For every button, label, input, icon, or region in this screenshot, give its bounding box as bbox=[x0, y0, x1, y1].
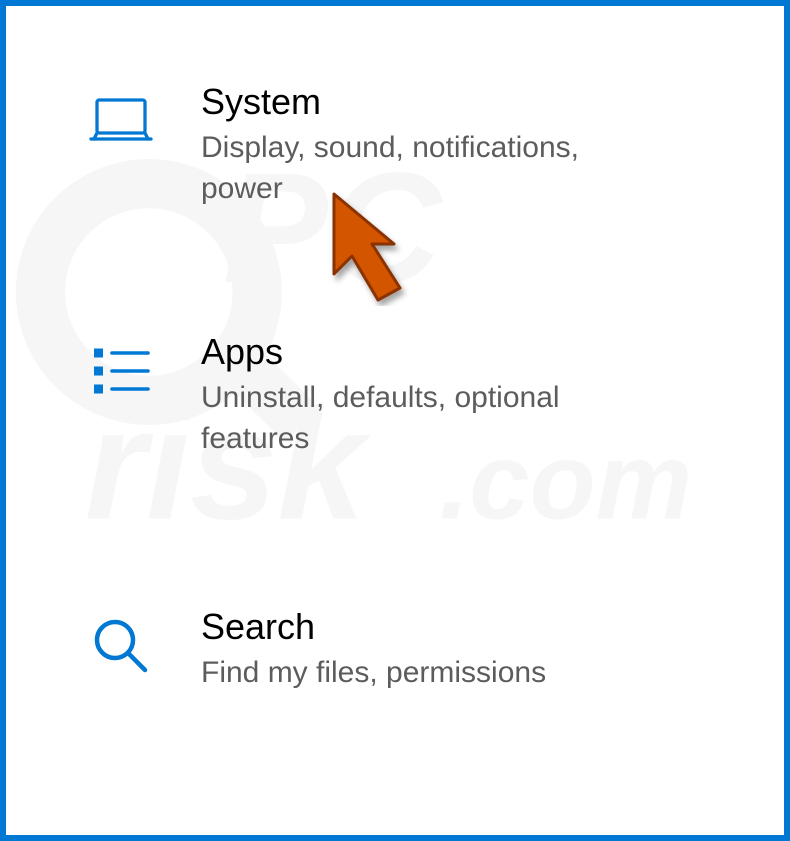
settings-tile-text: Search Find my files, permissions bbox=[176, 606, 661, 694]
tile-title: Apps bbox=[201, 331, 661, 372]
settings-tile-apps[interactable]: Apps Uninstall, defaults, optional featu… bbox=[6, 331, 784, 459]
search-icon bbox=[66, 606, 176, 682]
settings-tile-system[interactable]: System Display, sound, notifications, po… bbox=[6, 81, 784, 209]
settings-categories-panel: PC risk .com System Display, sound, noti… bbox=[0, 0, 790, 841]
tile-title: System bbox=[201, 81, 661, 122]
laptop-icon bbox=[66, 81, 176, 157]
apps-list-icon bbox=[66, 331, 176, 407]
settings-tile-search[interactable]: Search Find my files, permissions bbox=[6, 606, 784, 694]
settings-tile-text: System Display, sound, notifications, po… bbox=[176, 81, 661, 209]
settings-tile-text: Apps Uninstall, defaults, optional featu… bbox=[176, 331, 661, 459]
tile-description: Uninstall, defaults, optional features bbox=[201, 378, 661, 459]
tile-description: Display, sound, notifications, power bbox=[201, 128, 661, 209]
tile-description: Find my files, permissions bbox=[201, 653, 661, 694]
tile-title: Search bbox=[201, 606, 661, 647]
